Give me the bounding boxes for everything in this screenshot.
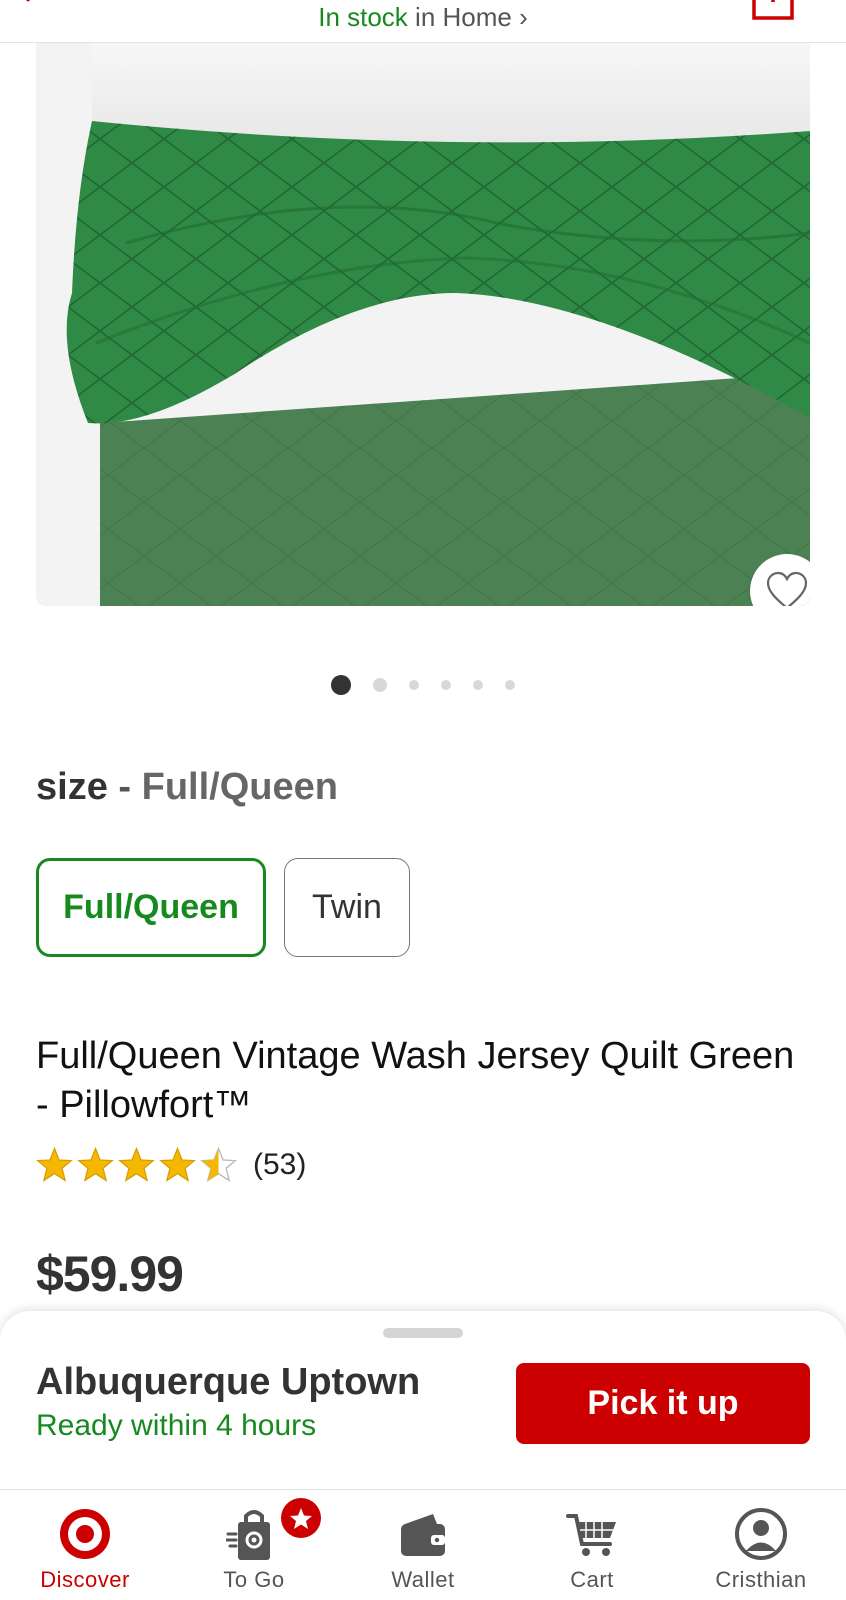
fulfillment-sheet: Albuquerque Uptown Ready within 4 hours …	[0, 1311, 846, 1491]
size-heading: size - Full/Queen	[36, 766, 338, 809]
product-rating[interactable]: (53)	[36, 1147, 306, 1182]
tab-cart[interactable]: Cart	[507, 1490, 677, 1600]
tab-label: Cart	[570, 1567, 614, 1592]
heart-icon	[766, 571, 808, 606]
rating-count: (53)	[253, 1147, 307, 1181]
star-icon	[290, 1507, 312, 1529]
star-full-icon	[77, 1147, 114, 1182]
star-full-icon	[159, 1147, 196, 1182]
star-full-icon	[118, 1147, 155, 1182]
pick-it-up-button[interactable]: Pick it up	[516, 1363, 810, 1444]
carousel-dot[interactable]	[473, 680, 483, 690]
rating-stars	[36, 1147, 237, 1182]
top-bar: In stock in Home ›	[0, 0, 846, 43]
star-half-icon	[200, 1147, 237, 1182]
size-selected-value: Full/Queen	[141, 766, 338, 808]
target-bullseye-icon	[60, 1509, 110, 1559]
stock-status: In stock	[318, 2, 408, 32]
stock-status-link[interactable]: In stock in Home ›	[0, 2, 846, 33]
account-icon	[735, 1508, 787, 1560]
product-title: Full/Queen Vintage Wash Jersey Quilt Gre…	[36, 1035, 795, 1126]
store-name[interactable]: Albuquerque Uptown	[36, 1361, 420, 1404]
carousel-dot[interactable]	[409, 680, 419, 690]
size-option-full-queen[interactable]: Full/Queen	[36, 858, 266, 957]
tab-label: Discover	[40, 1567, 130, 1592]
shopping-bag-icon	[226, 1510, 270, 1560]
carousel-dot[interactable]	[505, 680, 515, 690]
tab-discover[interactable]: Discover	[0, 1490, 170, 1600]
tab-to-go[interactable]: To Go	[169, 1490, 339, 1600]
share-icon[interactable]	[752, 0, 794, 20]
product-image[interactable]	[36, 43, 810, 606]
size-option-twin[interactable]: Twin	[284, 858, 410, 957]
cart-icon	[566, 1514, 616, 1556]
carousel-dot[interactable]	[441, 680, 451, 690]
carousel-dot[interactable]	[373, 678, 387, 692]
star-full-icon	[36, 1147, 73, 1182]
tab-label: Cristhian	[715, 1567, 807, 1592]
size-separator: -	[107, 766, 142, 808]
bottom-tab-bar: Discover To Go Wallet Cart Cristhian	[0, 1489, 846, 1600]
pickup-availability: Ready within 4 hours	[36, 1409, 317, 1442]
carousel-dot[interactable]	[331, 675, 351, 695]
product-price: $59.99	[36, 1246, 184, 1302]
wallet-icon	[401, 1514, 445, 1556]
tab-wallet[interactable]: Wallet	[338, 1490, 508, 1600]
chevron-right-icon: ›	[519, 2, 528, 32]
carousel-indicator[interactable]	[0, 675, 846, 695]
size-options: Full/Queen Twin	[36, 858, 410, 957]
star-badge	[281, 1498, 321, 1538]
stock-location: in Home	[415, 2, 512, 32]
quilt-photo	[36, 43, 810, 606]
size-label: size	[36, 766, 108, 808]
tab-label: To Go	[223, 1567, 285, 1592]
tab-account[interactable]: Cristhian	[676, 1490, 846, 1600]
tab-label: Wallet	[391, 1567, 455, 1592]
sheet-drag-handle[interactable]	[383, 1328, 463, 1338]
